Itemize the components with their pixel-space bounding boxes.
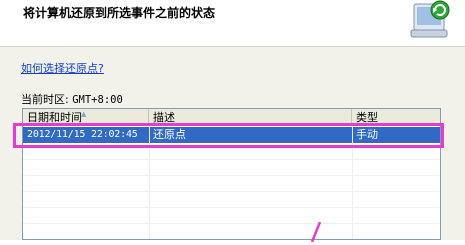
cell-datetime: 2012/11/15 22:02:45 xyxy=(27,129,138,140)
timezone-label: 当前时区: xyxy=(21,93,69,106)
annotation-arrow-icon xyxy=(302,221,326,243)
timezone-row: 当前时区: GMT+8:00 xyxy=(21,91,123,107)
row-divider xyxy=(23,159,440,160)
column-header-datetime[interactable]: ▲ 日期和时间 xyxy=(23,109,149,125)
timezone-value: GMT+8:00 xyxy=(72,94,123,106)
column-header-description[interactable]: 描述 xyxy=(149,109,352,125)
row-divider xyxy=(23,223,440,224)
restore-point-table[interactable]: ▲ 日期和时间 描述 类型 2012/11/15 22:02:45 还原点 手动 xyxy=(22,108,441,240)
table-header: ▲ 日期和时间 描述 类型 xyxy=(23,109,440,126)
cell-type: 手动 xyxy=(356,128,378,141)
column-divider xyxy=(352,125,353,239)
row-divider xyxy=(23,207,440,208)
column-header-type[interactable]: 类型 xyxy=(352,109,440,125)
header-panel: 将计算机还原到所选事件之前的状态 xyxy=(0,0,465,47)
sort-indicator-icon: ▲ xyxy=(81,110,87,118)
row-divider xyxy=(23,175,440,176)
column-divider xyxy=(149,125,150,239)
system-restore-icon xyxy=(404,0,452,40)
cell-description: 还原点 xyxy=(153,128,186,141)
row-divider xyxy=(23,191,440,192)
help-link[interactable]: 如何选择还原点? xyxy=(21,60,104,76)
page-title: 将计算机还原到所选事件之前的状态 xyxy=(23,6,216,20)
table-row[interactable]: 2012/11/15 22:02:45 还原点 手动 xyxy=(23,127,440,143)
